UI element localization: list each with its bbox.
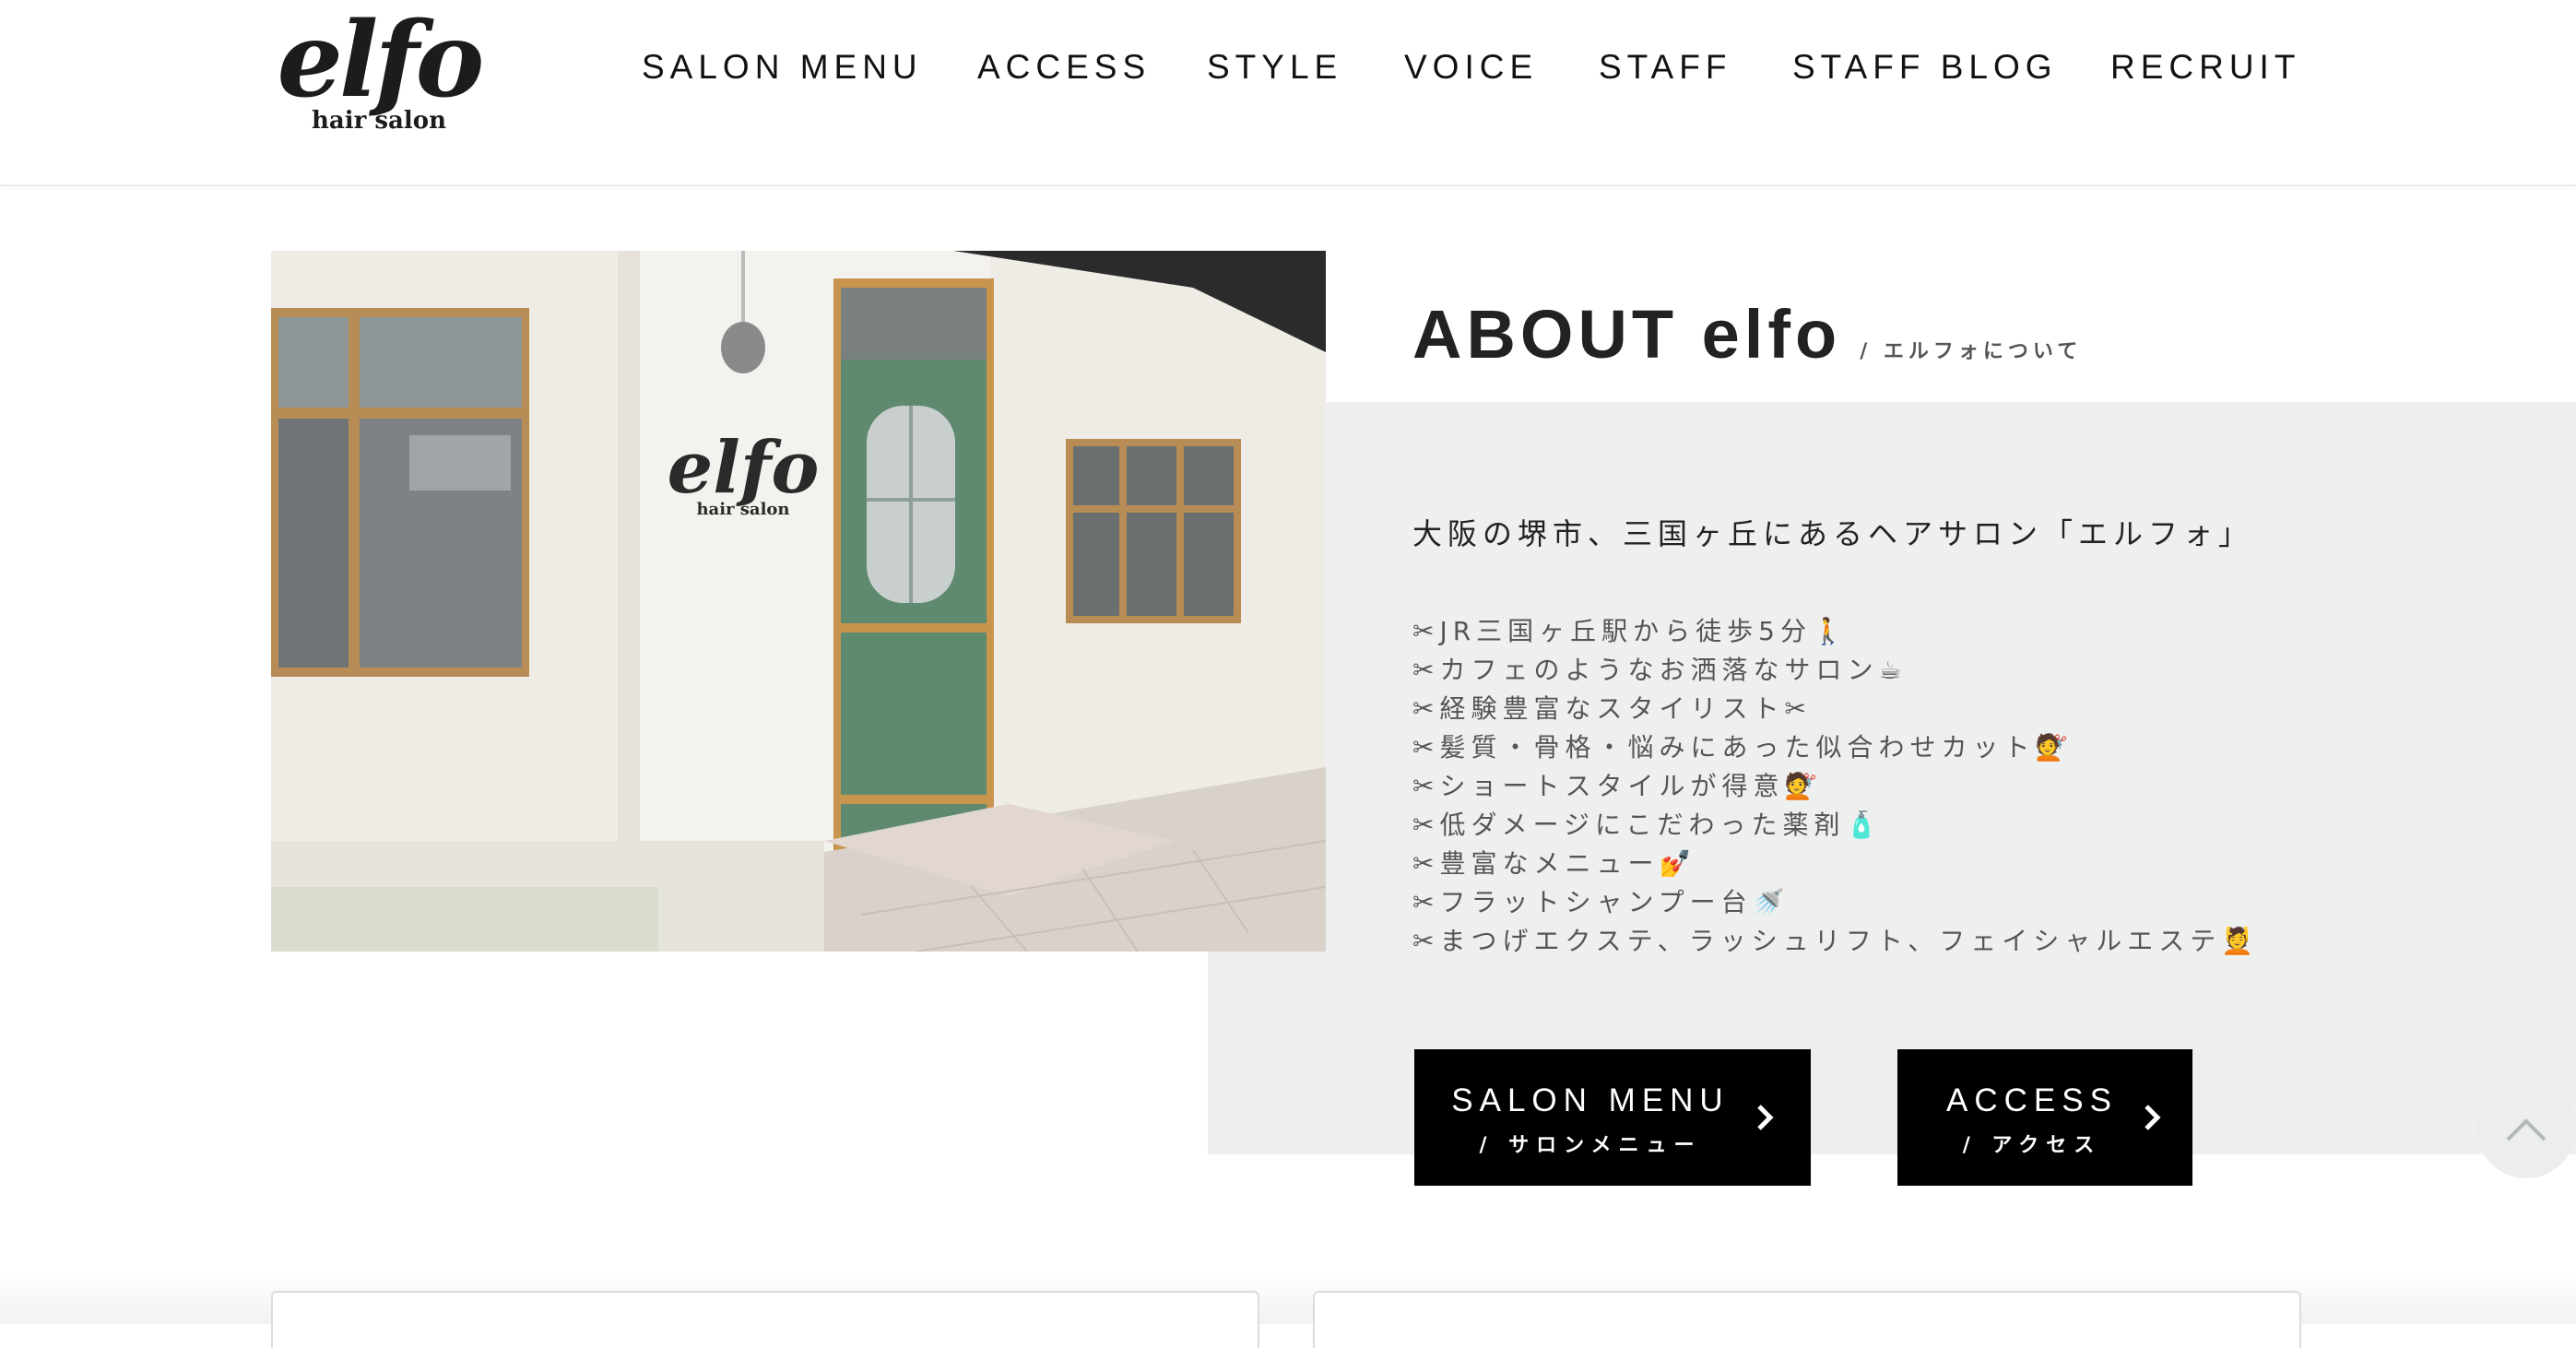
about-subtitle: / エルフォについて xyxy=(1860,340,2083,363)
storefront-sign-sub: hair salon xyxy=(696,500,789,519)
nav-recruit[interactable]: RECRUIT xyxy=(2110,48,2300,87)
salon-menu-button[interactable]: SALON MENU / サロンメニュー xyxy=(1414,1049,1811,1186)
chevron-up-icon xyxy=(2506,1118,2546,1141)
chevron-right-icon xyxy=(2145,1105,2161,1130)
salon-menu-button-label: SALON MENU xyxy=(1451,1082,1730,1118)
feature-item: ✂カフェのようなお洒落なサロン☕ xyxy=(1412,655,1908,685)
about-title: ABOUT elfo xyxy=(1412,296,1842,372)
access-button[interactable]: ACCESS / アクセス xyxy=(1897,1049,2192,1186)
access-button-label: ACCESS xyxy=(1946,1082,2118,1118)
feature-item: ✂低ダメージにこだわった薬剤🧴 xyxy=(1412,810,1884,840)
chevron-right-icon xyxy=(1757,1105,1774,1130)
about-heading: ABOUT elfo / エルフォについて xyxy=(1412,295,2082,373)
bottom-card-right xyxy=(1313,1291,2301,1348)
feature-item: ✂JR三国ヶ丘駅から徒歩5分🚶 xyxy=(1412,616,1849,646)
feature-item: ✂髪質・骨格・悩みにあった似合わせカット💇 xyxy=(1412,732,2074,763)
salon-menu-button-sublabel: / サロンメニュー xyxy=(1479,1134,1702,1157)
nav-voice[interactable]: VOICE xyxy=(1404,48,1538,87)
feature-item: ✂経験豊富なスタイリスト✂ xyxy=(1412,693,1812,724)
nav-access[interactable]: ACCESS xyxy=(977,48,1151,87)
bottom-card-left xyxy=(271,1291,1259,1348)
scroll-top-button[interactable] xyxy=(2476,1079,2576,1178)
storefront-sign: elfo xyxy=(668,426,820,510)
feature-item: ✂豊富なメニュー💅 xyxy=(1412,848,1697,879)
main-nav: SALON MENU ACCESS STYLE VOICE STAFF STAF… xyxy=(0,48,2576,94)
feature-list: ✂JR三国ヶ丘駅から徒歩5分🚶 ✂カフェのようなお洒落なサロン☕ ✂経験豊富なス… xyxy=(1412,612,2259,961)
nav-staff[interactable]: STAFF xyxy=(1599,48,1731,87)
nav-staff-blog[interactable]: STAFF BLOG xyxy=(1792,48,2058,87)
nav-salon-menu[interactable]: SALON MENU xyxy=(642,48,923,87)
logo-subtitle: hair salon xyxy=(312,107,446,135)
feature-item: ✂まつげエクステ、ラッシュリフト、フェイシャルエステ💆 xyxy=(1412,926,2260,956)
access-button-sublabel: / アクセス xyxy=(1962,1134,2102,1157)
site-header: elfo hair salon SALON MENU ACCESS STYLE … xyxy=(0,0,2576,186)
salon-storefront-photo: elfo hair salon xyxy=(271,251,1326,952)
feature-item: ✂ショートスタイルが得意💇 xyxy=(1412,771,1823,801)
nav-style[interactable]: STYLE xyxy=(1207,48,1342,87)
about-lead: 大阪の堺市、三国ヶ丘にあるヘアサロン「エルフォ」 xyxy=(1412,516,2254,551)
storefront-illustration: elfo hair salon xyxy=(271,251,1326,952)
feature-item: ✂フラットシャンプー台🚿 xyxy=(1412,887,1790,917)
